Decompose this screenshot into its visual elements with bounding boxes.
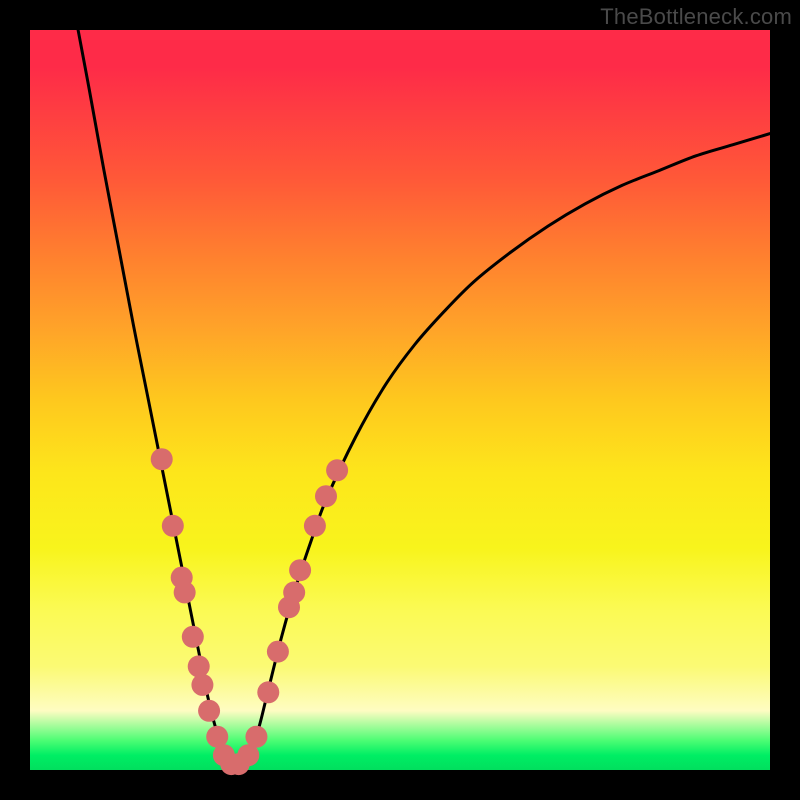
curve-layer xyxy=(78,30,770,766)
data-marker xyxy=(151,448,173,470)
data-marker xyxy=(267,641,289,663)
chart-frame: TheBottleneck.com xyxy=(0,0,800,800)
watermark-text: TheBottleneck.com xyxy=(600,4,792,30)
data-marker xyxy=(174,581,196,603)
data-marker xyxy=(283,581,305,603)
data-marker xyxy=(289,559,311,581)
data-marker xyxy=(191,674,213,696)
data-marker xyxy=(198,700,220,722)
data-marker xyxy=(245,726,267,748)
data-marker xyxy=(182,626,204,648)
data-marker xyxy=(304,515,326,537)
data-marker xyxy=(188,655,210,677)
data-marker xyxy=(315,485,337,507)
markers-layer xyxy=(151,448,348,775)
bottleneck-chart xyxy=(0,0,800,800)
data-marker xyxy=(257,681,279,703)
bottleneck-curve xyxy=(78,30,770,766)
data-marker xyxy=(326,459,348,481)
data-marker xyxy=(162,515,184,537)
